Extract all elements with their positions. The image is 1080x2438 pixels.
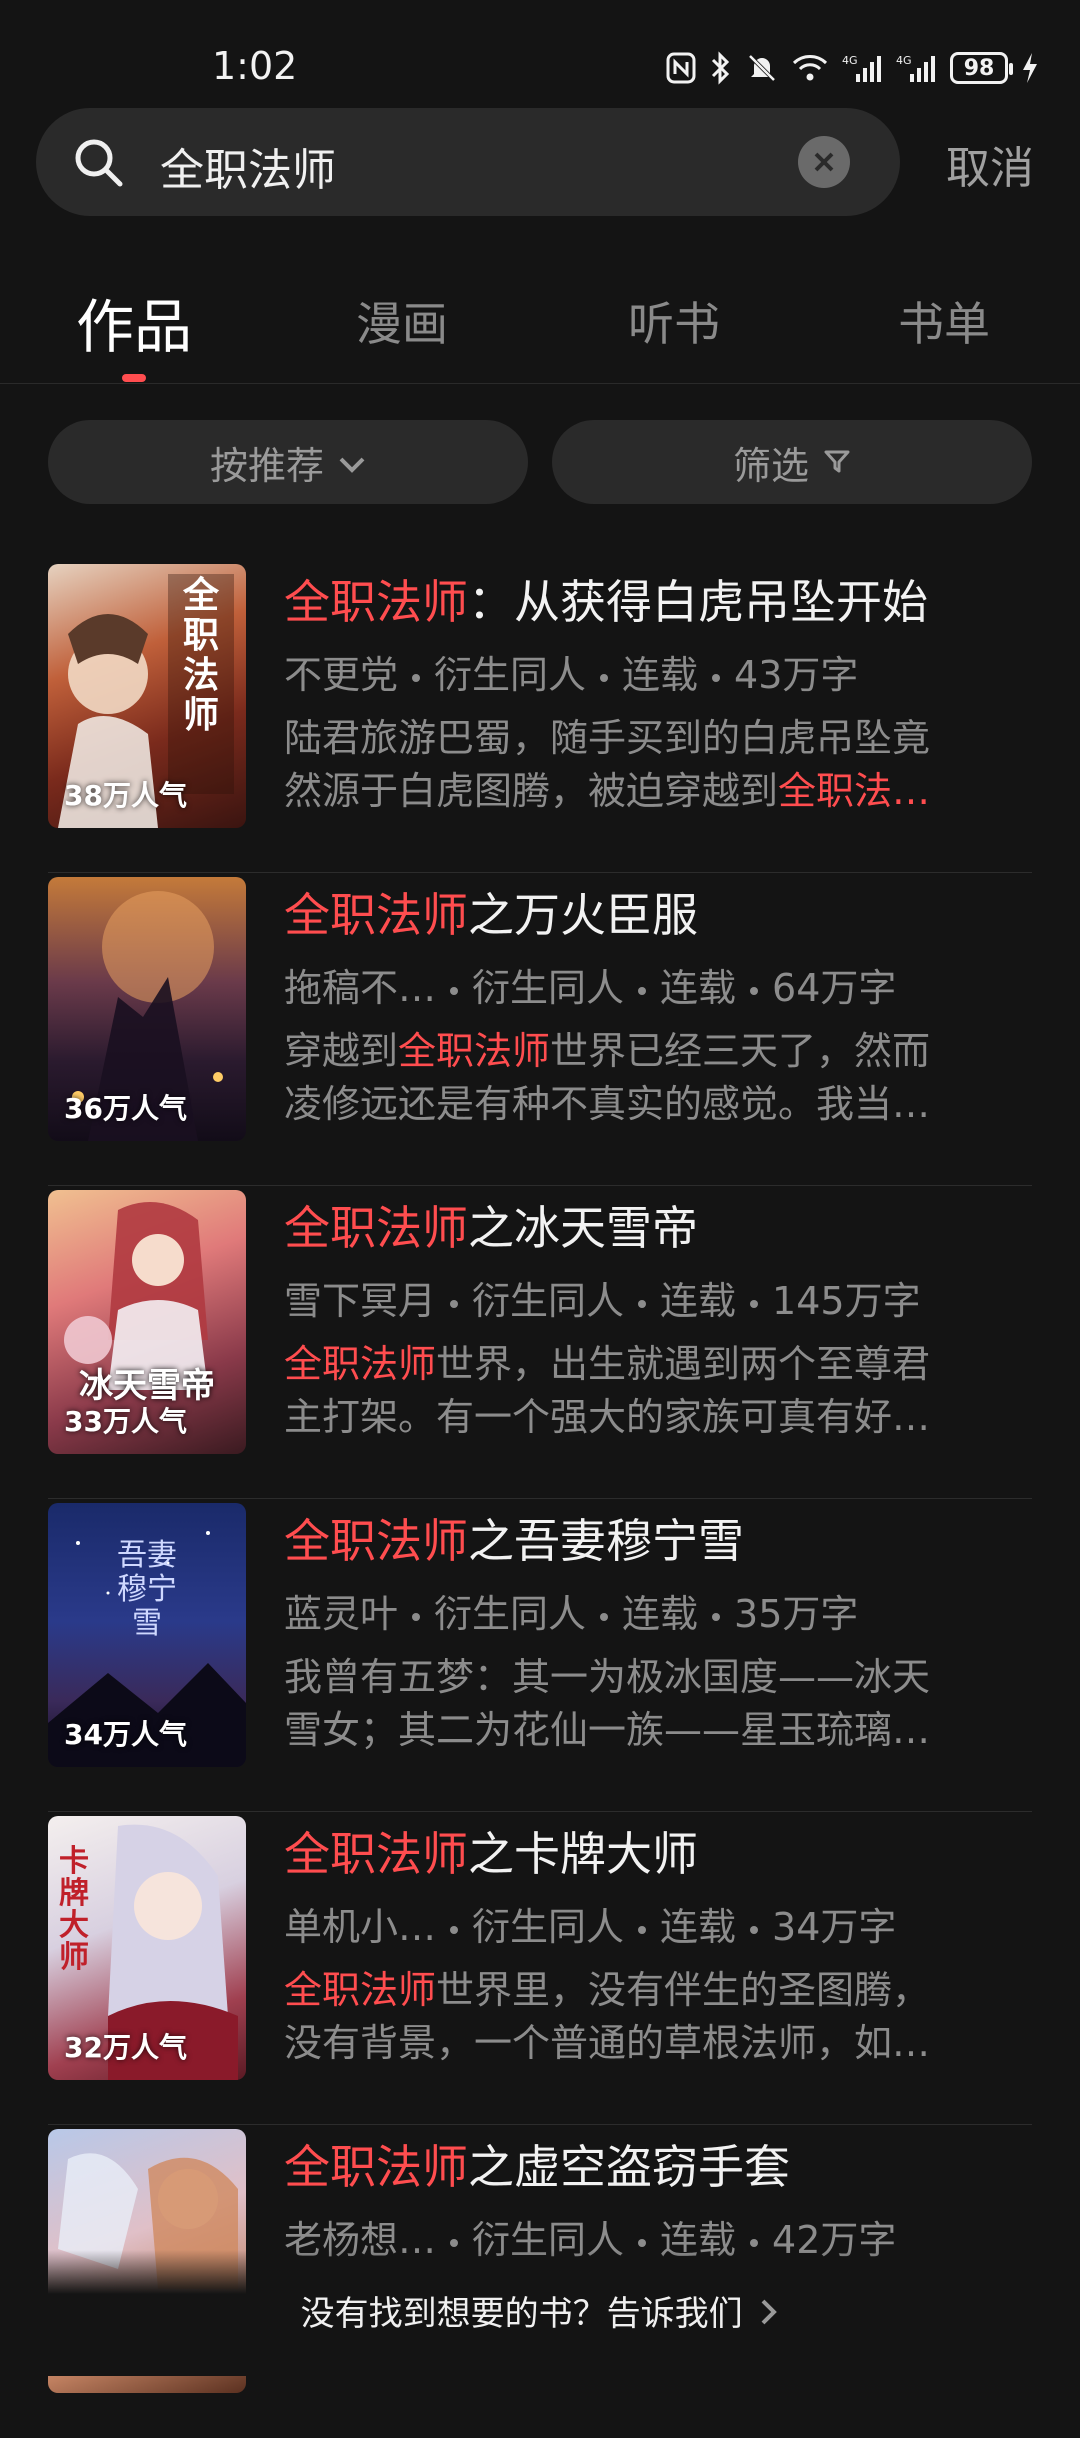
book-title: 全职法师之冰天雪帝	[284, 1201, 698, 1255]
bluetooth-icon	[710, 51, 732, 85]
active-tab-indicator	[122, 374, 146, 382]
chevron-down-icon	[338, 440, 366, 484]
signal-4g-icon: 4G	[842, 52, 882, 84]
filter-bar: 按推荐 筛选	[0, 420, 1080, 504]
book-cover: 冰天雪帝 33万人气	[48, 1190, 246, 1454]
charging-icon	[1022, 53, 1038, 83]
book-cover: 卡牌大师 32万人气	[48, 1816, 246, 2080]
tab-works[interactable]: 作品	[76, 280, 192, 364]
svg-text:4G: 4G	[896, 54, 912, 67]
sort-label: 按推荐	[209, 443, 324, 488]
search-icon	[72, 136, 124, 188]
book-meta: 拖稿不… 衍生同人 连载 64万字	[284, 966, 897, 1010]
filter-label: 筛选	[732, 443, 809, 488]
sort-dropdown[interactable]: 按推荐	[48, 420, 528, 504]
popularity-badge: 38万人气	[64, 779, 187, 812]
filter-button[interactable]: 筛选	[552, 420, 1032, 504]
book-cover: 吾妻穆宁雪 34万人气	[48, 1503, 246, 1767]
search-query-text: 全职法师	[160, 145, 336, 196]
search-row: 全职法师 取消	[0, 108, 1080, 216]
book-list-item[interactable]: 吾妻穆宁雪 34万人气 全职法师之吾妻穆宁雪 蓝灵叶 衍生同人 连载 35万字 我曾有…	[0, 1499, 1080, 1812]
book-title: 全职法师之卡牌大师	[284, 1827, 698, 1881]
cover-title-text: 吾妻穆宁雪	[117, 1538, 177, 1641]
signal-4g-secondary-icon: 4G	[896, 52, 936, 84]
tab-comics[interactable]: 漫画	[356, 288, 448, 354]
book-title: 全职法师：从获得白虎吊坠开始	[284, 575, 928, 629]
tab-booklists[interactable]: 书单	[898, 288, 990, 354]
clear-search-icon[interactable]	[798, 136, 850, 188]
book-description: 全职法师世界，出生就遇到两个至尊君 主打架。有一个强大的家族可真有好…	[284, 1342, 931, 1439]
book-cover: 36万人气	[48, 877, 246, 1141]
feedback-text: 没有找到想要的书？告诉我们	[300, 2294, 743, 2334]
cover-title-text: 全职法师	[182, 575, 219, 736]
book-description: 陆君旅游巴蜀，随手买到的白虎吊坠竟 然源于白虎图腾，被迫穿越到全职法…	[284, 716, 931, 813]
book-list-item[interactable]: 36万人气 全职法师之万火臣服 拖稿不… 衍生同人 连载 64万字 穿越到全职法师世界…	[0, 873, 1080, 1186]
popularity-badge: 36万人气	[64, 1092, 187, 1125]
search-input[interactable]: 全职法师	[36, 108, 900, 216]
book-meta: 不更党 衍生同人 连载 43万字	[284, 653, 859, 697]
book-description: 穿越到全职法师世界已经三天了，然而 凌修远还是有种不真实的感觉。我当…	[284, 1029, 931, 1126]
chevron-right-icon	[759, 2296, 779, 2336]
svg-text:4G: 4G	[842, 54, 858, 67]
funnel-icon	[823, 440, 851, 484]
cancel-button[interactable]: 取消	[946, 132, 1034, 196]
book-list-item[interactable]: 冰天雪帝 33万人气 全职法师之冰天雪帝 雪下冥月 衍生同人 连载 145万字 全职法…	[0, 1186, 1080, 1499]
popularity-badge: 33万人气	[64, 1405, 187, 1438]
wifi-icon	[792, 53, 828, 83]
nfc-icon	[666, 52, 696, 84]
book-list-item[interactable]: 全职法师 38万人气 全职法师：从获得白虎吊坠开始 不更党 衍生同人 连载 43万字 …	[0, 560, 1080, 873]
book-title: 全职法师之虚空盗窃手套	[284, 2140, 790, 2194]
popularity-badge: 34万人气	[64, 1718, 187, 1751]
book-title: 全职法师之吾妻穆宁雪	[284, 1514, 744, 1568]
status-time: 1:02	[212, 44, 298, 88]
book-description: 我曾有五梦：其一为极冰国度——冰天 雪女；其二为花仙一族——星玉琉璃…	[284, 1655, 931, 1752]
book-meta: 蓝灵叶 衍生同人 连载 35万字	[284, 1592, 859, 1636]
tab-audiobooks[interactable]: 听书	[628, 288, 720, 354]
book-title: 全职法师之万火臣服	[284, 888, 698, 942]
feedback-link[interactable]: 没有找到想要的书？告诉我们	[0, 2286, 1080, 2336]
book-meta: 单机小… 衍生同人 连载 34万字	[284, 1905, 897, 1949]
search-results-list: 全职法师 38万人气 全职法师：从获得白虎吊坠开始 不更党 衍生同人 连载 43万字 …	[0, 560, 1080, 2438]
book-cover: 全职法师 38万人气	[48, 564, 246, 828]
result-type-tabs: 作品 漫画 听书 书单	[0, 280, 1080, 384]
battery-indicator: 98	[950, 52, 1013, 84]
status-icons: 4G 4G 98	[666, 48, 1038, 88]
book-meta: 雪下冥月 衍生同人 连载 145万字	[284, 1279, 921, 1323]
popularity-badge: 32万人气	[64, 2031, 187, 2064]
book-description: 全职法师世界里，没有伴生的圣图腾， 没有背景，一个普通的草根法师，如…	[284, 1968, 931, 2065]
mute-bell-icon	[746, 52, 778, 84]
cover-title-text: 卡牌大师	[59, 1844, 89, 1975]
book-list-item[interactable]: 卡牌大师 32万人气 全职法师之卡牌大师 单机小… 衍生同人 连载 34万字 全职法师…	[0, 1812, 1080, 2125]
